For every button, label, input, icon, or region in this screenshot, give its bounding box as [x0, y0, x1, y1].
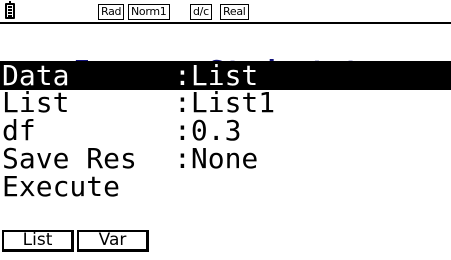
screen-title: Inverse Student-t: [6, 27, 451, 85]
row-save-res-value: :None: [174, 142, 259, 175]
status-bar: Rad Norm1 d/c Real: [0, 0, 451, 24]
row-save-res-label: Save Res: [2, 142, 137, 175]
row-list-value: :List1: [174, 86, 276, 119]
row-list[interactable]: List :List1: [0, 88, 451, 117]
complex-mode-indicator: Real: [220, 4, 249, 20]
row-execute[interactable]: Execute: [0, 172, 451, 201]
row-list-label: List: [2, 86, 70, 119]
row-df[interactable]: df :0.3: [0, 116, 451, 145]
calculator-screen: Rad Norm1 d/c Real Inverse Student-t Dat…: [0, 0, 451, 260]
f1-list-button[interactable]: List: [2, 230, 74, 252]
function-key-bar: List Var: [0, 230, 451, 260]
f2-var-button[interactable]: Var: [77, 230, 149, 252]
battery-icon: [5, 1, 15, 19]
row-df-value: :0.3: [174, 114, 242, 147]
fraction-mode-indicator: d/c: [190, 4, 212, 20]
row-save-res[interactable]: Save Res :None: [0, 144, 451, 173]
display-mode-indicator: Norm1: [128, 4, 170, 20]
angle-mode-indicator: Rad: [98, 4, 125, 20]
row-execute-label: Execute: [2, 170, 121, 203]
row-df-label: df: [2, 114, 36, 147]
